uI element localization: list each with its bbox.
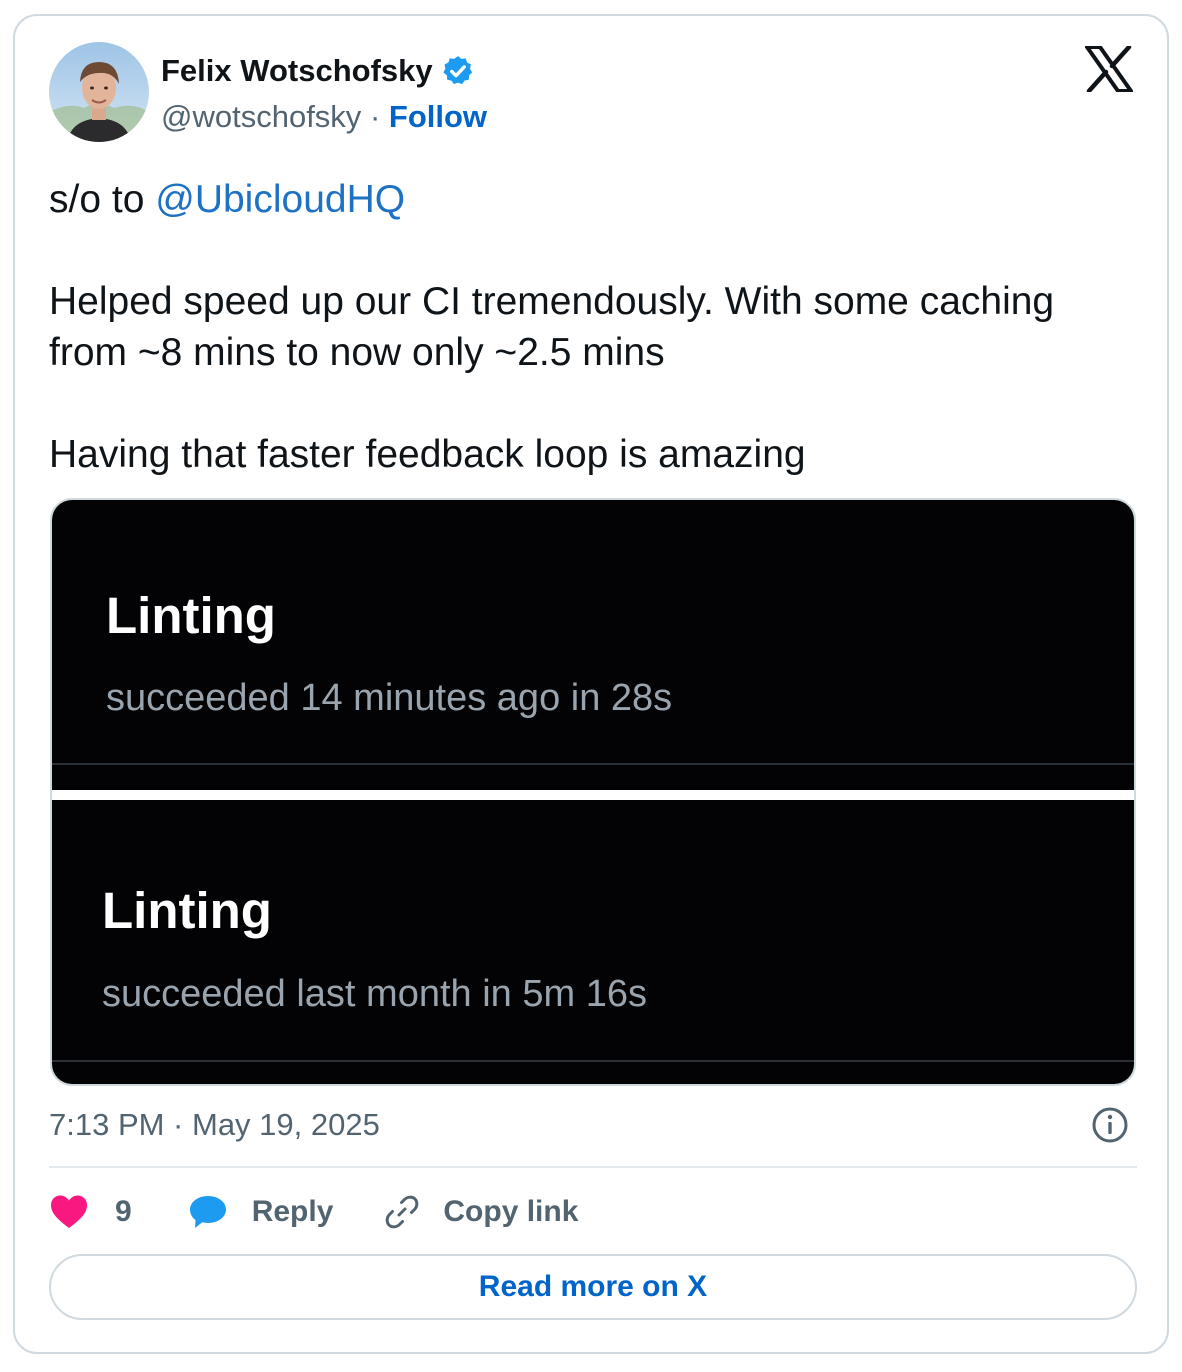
job-title: Linting (102, 882, 272, 939)
copy-link-label: Copy link (443, 1195, 579, 1228)
reply-bubble-icon (189, 1196, 226, 1228)
panel-divider (52, 763, 1134, 765)
author-name[interactable]: Felix Wotschofsky (161, 52, 433, 90)
copy-link-button[interactable]: Copy link (383, 1193, 578, 1231)
author-name-row: Felix Wotschofsky (161, 52, 475, 90)
like-button[interactable]: 9 (49, 1194, 132, 1230)
job-status: succeeded 14 minutes ago in 28s (106, 677, 673, 719)
info-icon[interactable] (1091, 1106, 1129, 1144)
job-title: Linting (106, 587, 276, 644)
shoutout-prefix: s/o to (49, 178, 156, 221)
action-bar: 9 Reply Copy link (49, 1188, 578, 1236)
author-handle[interactable]: @wotschofsky (161, 99, 361, 134)
ci-job-panel: Linting succeeded 14 minutes ago in 28s (52, 500, 1134, 790)
tweet-line-speedup-1: Helped speed up our CI tremendously. Wit… (49, 280, 1055, 323)
reply-button[interactable]: Reply (188, 1194, 334, 1230)
author-handle-row: @wotschofsky · Follow (161, 98, 487, 136)
tweet-text: s/o to @UbicloudHQ Helped speed up our C… (49, 174, 1139, 480)
divider (49, 1166, 1137, 1168)
job-status: succeeded last month in 5m 16s (102, 973, 647, 1015)
tweet-card: Felix Wotschofsky @wotschofsky · Follow … (13, 14, 1169, 1354)
tweet-line-speedup-2: from ~8 mins to now only ~2.5 mins (49, 331, 665, 374)
mention-link[interactable]: @UbicloudHQ (155, 178, 405, 221)
tweet-line-feedback: Having that faster feedback loop is amaz… (49, 433, 806, 476)
like-count: 9 (115, 1195, 132, 1228)
tweet-line-shoutout: s/o to @UbicloudHQ (49, 174, 1139, 225)
avatar[interactable] (49, 42, 149, 142)
link-icon (386, 1195, 419, 1229)
x-logo-icon[interactable] (1085, 46, 1133, 92)
media-image[interactable]: Linting succeeded 14 minutes ago in 28s … (50, 498, 1136, 1086)
ci-job-panel: Linting succeeded last month in 5m 16s (52, 800, 1134, 1084)
panel-divider (52, 1060, 1134, 1062)
handle-separator: · (369, 99, 381, 134)
reply-label: Reply (251, 1195, 334, 1228)
read-more-button[interactable]: Read more on X (49, 1254, 1137, 1320)
follow-button[interactable]: Follow (389, 99, 487, 134)
verified-badge-icon (442, 56, 472, 85)
heart-icon (51, 1195, 87, 1228)
tweet-timestamp[interactable]: 7:13 PM · May 19, 2025 (49, 1106, 380, 1144)
